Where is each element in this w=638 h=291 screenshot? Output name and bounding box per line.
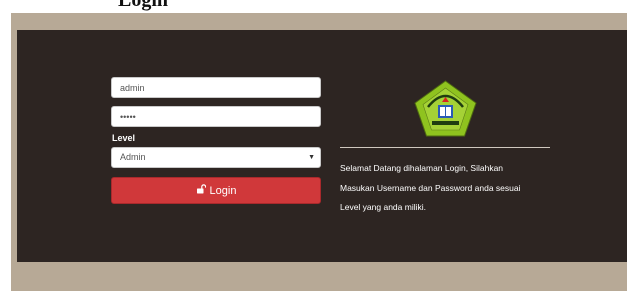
welcome-line: Level yang anda miliki.	[340, 202, 426, 212]
chevron-down-icon: ▼	[308, 154, 315, 161]
page-title: Login	[118, 0, 169, 11]
welcome-line: Selamat Datang dihalaman Login, Silahkan	[340, 163, 504, 173]
school-logo	[414, 80, 477, 137]
unlock-icon	[196, 184, 206, 197]
username-input[interactable]	[111, 77, 321, 98]
login-button-label: Login	[209, 184, 237, 197]
level-select-value: Admin	[120, 152, 146, 162]
password-input[interactable]	[111, 106, 321, 127]
welcome-line: Masukan Username dan Password anda sesua…	[340, 182, 521, 193]
login-button[interactable]: Login	[111, 177, 321, 204]
divider	[340, 147, 550, 148]
level-select[interactable]: Admin ▼	[111, 147, 321, 168]
welcome-message: Selamat Datang dihalaman Login, Silahkan…	[340, 159, 555, 218]
level-label: Level	[112, 133, 136, 143]
login-panel	[17, 30, 627, 262]
